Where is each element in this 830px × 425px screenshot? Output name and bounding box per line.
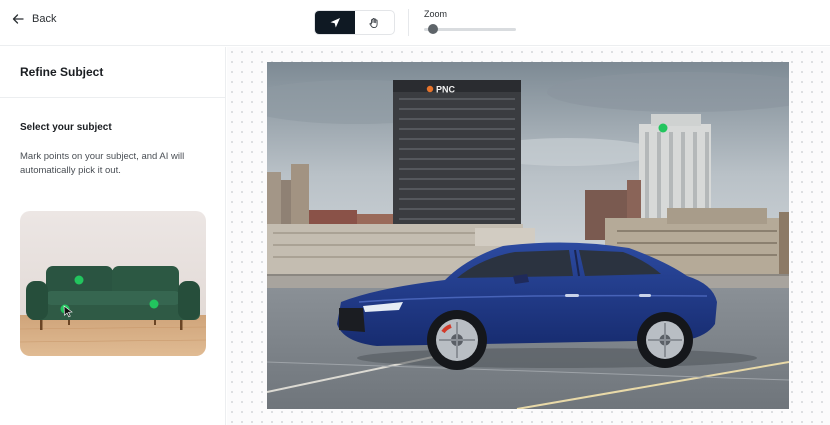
cursor-arrow-icon [330,17,340,27]
tool-switcher [314,10,395,35]
zoom-slider-thumb[interactable] [428,24,439,34]
main-photo[interactable]: PNC [267,62,789,409]
hand-icon [369,17,378,28]
section-description: Mark points on your subject, and AI will… [20,151,185,176]
panel-title: Refine Subject [20,65,104,79]
section-title: Select your subject [20,122,112,133]
back-label: Back [32,13,57,25]
car-photo: PNC [267,62,789,409]
refine-panel: Refine Subject Select your subject Mark … [0,47,226,425]
pan-tool-button[interactable] [355,11,395,34]
editor-canvas[interactable]: PNC [227,47,830,425]
sofa-image [20,211,206,356]
arrow-left-icon [12,14,24,24]
subject-marker[interactable] [658,123,668,133]
zoom-label: Zoom [424,9,448,19]
select-tool-button[interactable] [315,11,355,34]
panel-divider [0,97,226,98]
subject-marker[interactable] [74,275,84,285]
back-button[interactable]: Back [12,13,56,25]
subject-marker[interactable] [149,299,159,309]
building-sign: PNC [436,85,456,95]
toolbar-divider [408,9,409,36]
top-toolbar: Back Zoom [0,0,830,46]
example-thumbnail[interactable] [20,211,206,356]
